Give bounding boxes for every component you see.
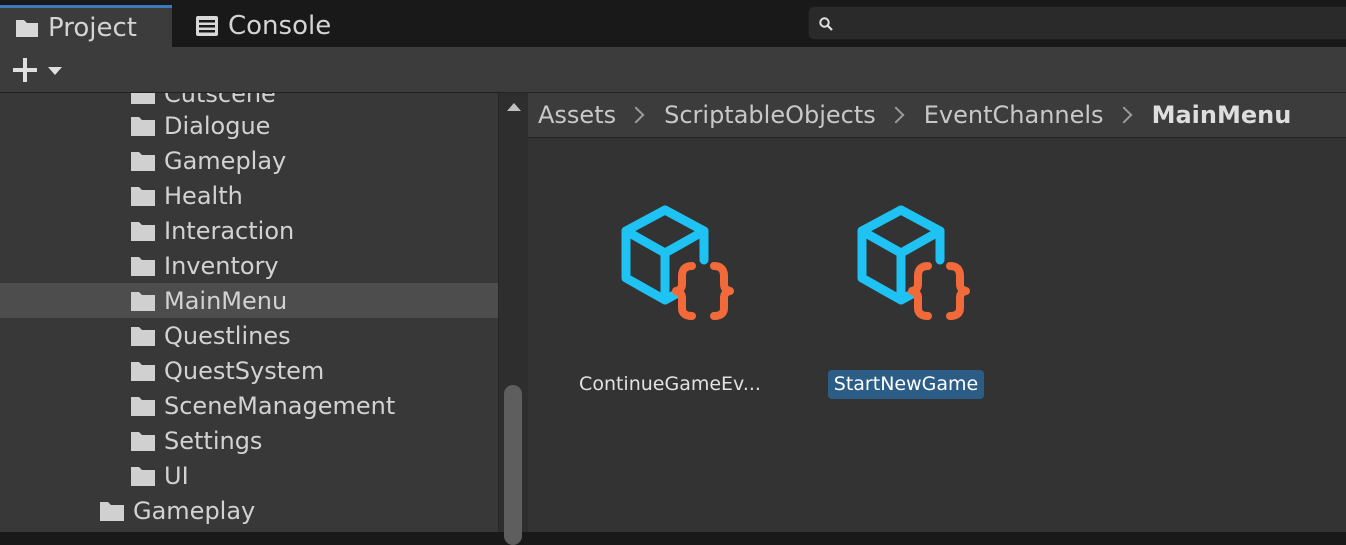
asset-label: ContinueGameEv... <box>579 373 761 395</box>
folder-icon <box>131 256 155 276</box>
breadcrumb-item-eventchannels[interactable]: EventChannels <box>924 101 1104 129</box>
search-input[interactable] <box>808 6 1346 40</box>
plus-icon <box>13 58 37 82</box>
tab-console[interactable]: Console <box>192 5 342 47</box>
tree-item-scenemanagement[interactable]: SceneManagement <box>0 388 498 423</box>
tree-item-inventory[interactable]: Inventory <box>0 248 498 283</box>
tree-item-dialogue[interactable]: Dialogue <box>0 108 498 143</box>
breadcrumb-item-assets[interactable]: Assets <box>538 101 616 129</box>
search-icon <box>819 17 833 31</box>
asset-grid: ContinueGameEv... StartNewGame <box>528 138 1346 532</box>
folder-icon <box>131 466 155 486</box>
tree-item-label: Inventory <box>164 251 279 280</box>
scriptable-object-icon <box>621 205 734 320</box>
breadcrumb-item-mainmenu[interactable]: MainMenu <box>1152 101 1292 129</box>
folder-icon <box>131 431 155 451</box>
folder-icon <box>131 93 155 104</box>
folder-tree: Cutscene Dialogue Gameplay Health Intera… <box>0 93 498 532</box>
chevron-right-icon <box>887 106 905 124</box>
project-toolbar <box>0 47 1346 93</box>
folder-icon <box>131 326 155 346</box>
breadcrumb: Assets ScriptableObjects EventChannels M… <box>528 93 1346 138</box>
tree-item-label: Dialogue <box>164 111 271 140</box>
tree-scrollbar[interactable] <box>498 93 528 545</box>
scroll-thumb[interactable] <box>504 385 522 545</box>
tab-label: Project <box>48 12 137 43</box>
tree-item-ui[interactable]: UI <box>0 458 498 493</box>
scriptable-object-icon <box>857 205 970 320</box>
breadcrumb-item-scriptableobjects[interactable]: ScriptableObjects <box>664 101 876 129</box>
folder-icon <box>100 501 124 521</box>
tree-item-label: Questlines <box>164 321 291 350</box>
tree-item-interaction[interactable]: Interaction <box>0 213 498 248</box>
tree-item-label: Gameplay <box>164 146 287 175</box>
tree-item-label: Gameplay <box>133 496 256 525</box>
tree-item-label: UI <box>164 461 189 490</box>
tree-item-label: Cutscene <box>164 93 276 108</box>
tab-project[interactable]: Project <box>0 5 172 47</box>
tree-item-label: Interaction <box>164 216 295 245</box>
tree-item-label: Health <box>164 181 243 210</box>
folder-icon <box>16 19 38 37</box>
tree-item-settings[interactable]: Settings <box>0 423 498 458</box>
folder-icon <box>131 396 155 416</box>
chevron-right-icon <box>1115 106 1133 124</box>
asset-label: StartNewGame <box>786 370 1026 399</box>
folder-icon <box>131 186 155 206</box>
tree-item-label: MainMenu <box>164 286 288 315</box>
folder-icon <box>131 221 155 241</box>
tree-item-questsystem[interactable]: QuestSystem <box>0 353 498 388</box>
folder-icon <box>131 291 155 311</box>
tree-item-gameplay-root[interactable]: Gameplay <box>0 493 498 528</box>
tab-label: Console <box>228 11 332 41</box>
tree-item-gameplay[interactable]: Gameplay <box>0 143 498 178</box>
tree-item-label: Settings <box>164 426 263 455</box>
tree-item-label: SceneManagement <box>164 391 396 420</box>
chevron-right-icon <box>627 106 645 124</box>
folder-icon <box>131 116 155 136</box>
folder-icon <box>131 151 155 171</box>
console-icon <box>196 16 218 36</box>
folder-icon <box>131 361 155 381</box>
asset-startnewgame[interactable]: StartNewGame <box>786 198 1026 418</box>
tree-item-health[interactable]: Health <box>0 178 498 213</box>
tree-item-questlines[interactable]: Questlines <box>0 318 498 353</box>
tree-item-label: QuestSystem <box>164 356 325 385</box>
scroll-up-arrow-icon[interactable] <box>507 103 521 111</box>
asset-continuegameevent[interactable]: ContinueGameEv... <box>550 198 790 418</box>
create-button[interactable] <box>10 55 70 85</box>
tree-item-mainmenu[interactable]: MainMenu <box>0 283 498 318</box>
triangle-down-icon <box>48 67 62 75</box>
